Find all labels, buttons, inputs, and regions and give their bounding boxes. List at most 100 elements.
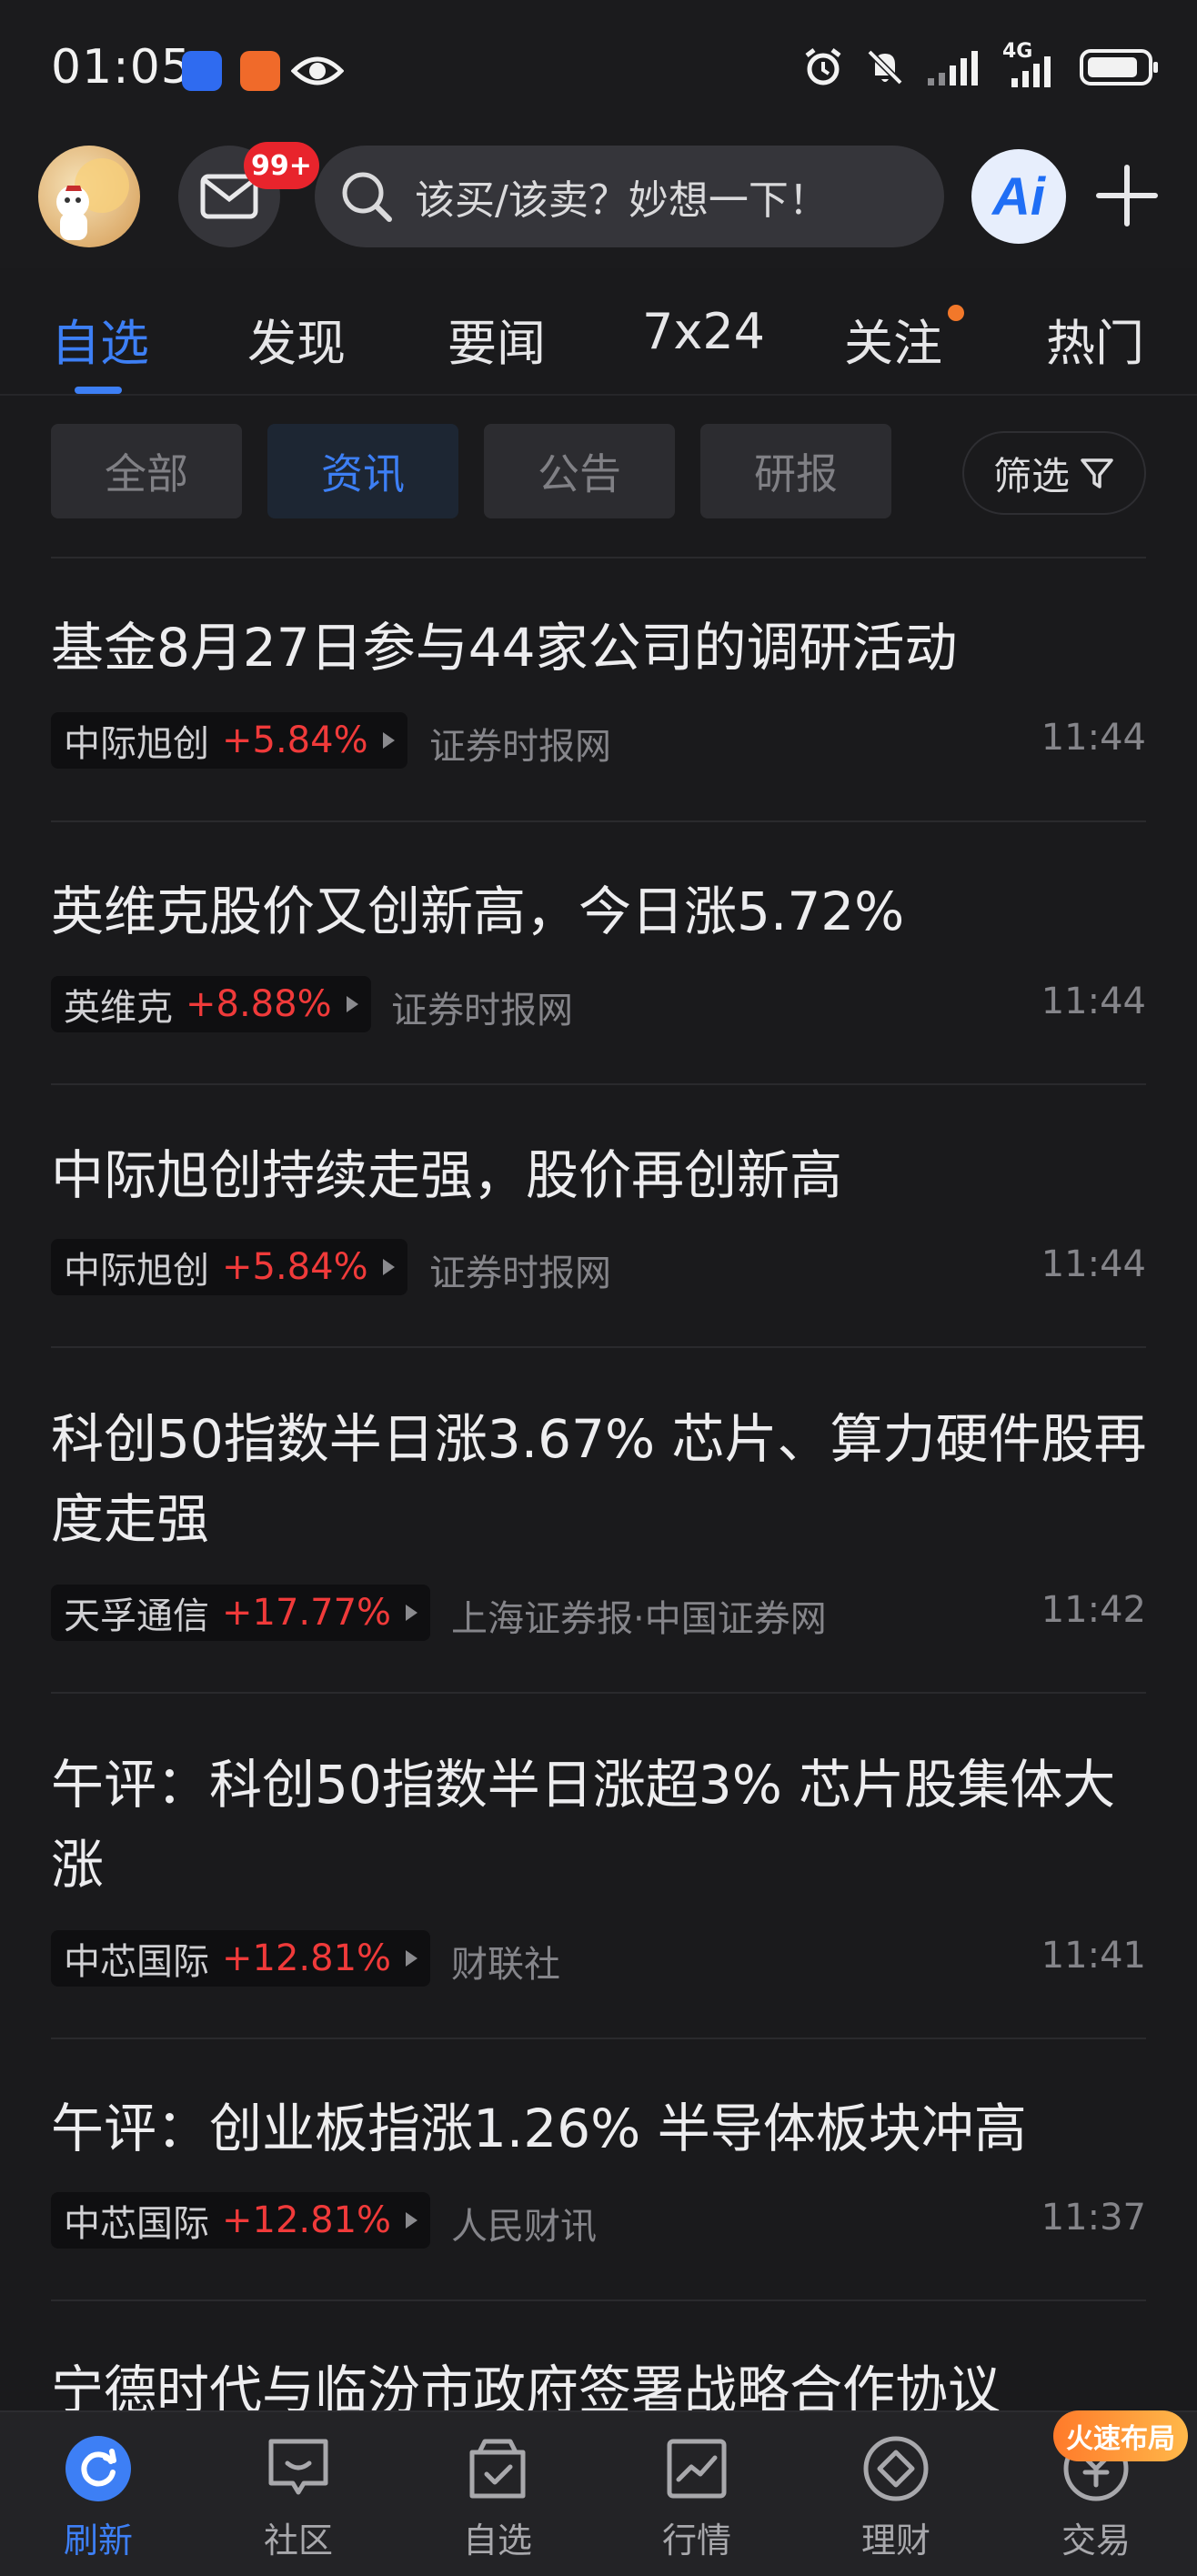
stock-change: +8.88% <box>186 983 332 1025</box>
add-icon[interactable] <box>1095 164 1159 227</box>
news-source: 证券时报网 <box>429 726 611 768</box>
stock-name: 英维克 <box>64 987 173 1029</box>
status-icons: 4G <box>802 40 1161 89</box>
news-source: 证券时报网 <box>391 990 573 1031</box>
stock-tag[interactable]: 中芯国际 +12.81% <box>51 2192 431 2249</box>
search-placeholder: 该买/该卖？妙想一下！ <box>415 177 829 224</box>
tab-7x24[interactable]: 7x24 <box>642 303 765 360</box>
news-title: 英维克股价又创新高，今日涨5.72% <box>51 880 905 942</box>
nav-refresh[interactable]: 刷新 <box>30 2434 166 2571</box>
4g-signal-icon: 4G <box>1002 40 1059 89</box>
play-arrow-icon <box>346 996 358 1012</box>
stock-change: +12.81% <box>222 1937 392 1979</box>
news-time: 11:44 <box>1041 981 1146 1022</box>
news-time: 11:42 <box>1041 1589 1146 1631</box>
nav-label: 刷新 <box>63 2521 133 2561</box>
news-title: 午评：创业板指涨1.26% 半导体板块冲高 <box>51 2098 1027 2159</box>
promo-badge[interactable]: 火速布局 <box>1053 2410 1188 2461</box>
play-arrow-icon <box>382 1259 395 1275</box>
nav-label: 理财 <box>860 2521 930 2561</box>
news-time: 11:44 <box>1041 717 1146 759</box>
play-arrow-icon <box>406 1605 418 1621</box>
status-time: 01:05 <box>51 40 192 95</box>
nav-label: 行情 <box>661 2521 731 2561</box>
news-title: 科创50指数半日涨3.67% 芯片、算力硬件股再度走强 <box>51 1408 1147 1550</box>
mute-icon <box>867 49 903 86</box>
filter-chip-research[interactable]: 研报 <box>700 424 891 518</box>
active-tab-indicator <box>75 387 122 394</box>
news-source: 人民财讯 <box>451 2206 597 2248</box>
stock-tag[interactable]: 天孚通信 +17.77% <box>51 1585 431 1641</box>
list-divider <box>51 2299 1146 2301</box>
news-time: 11:41 <box>1041 1935 1146 1977</box>
filter-button[interactable]: 筛选 <box>962 431 1146 515</box>
news-title: 午评：科创50指数半日涨超3% 芯片股集体大涨 <box>51 1754 1116 1896</box>
nav-label: 社区 <box>263 2521 333 2561</box>
filter-chip-announcements[interactable]: 公告 <box>484 424 675 518</box>
main-tabs: 自选 发现 要闻 7x24 关注 热门 <box>0 268 1197 396</box>
finance-icon <box>863 2436 929 2501</box>
nav-community[interactable]: 社区 <box>230 2434 367 2571</box>
filter-chip-news[interactable]: 资讯 <box>267 424 458 518</box>
search-bar[interactable]: 该买/该卖？妙想一下！ <box>315 146 944 247</box>
tab-headlines[interactable]: 要闻 <box>448 303 546 375</box>
stock-tag[interactable]: 中际旭创 +5.84% <box>51 712 407 769</box>
stock-name: 中芯国际 <box>64 2203 209 2245</box>
market-icon <box>667 2439 727 2499</box>
nav-watchlist[interactable]: 自选 <box>429 2434 566 2571</box>
stock-tag[interactable]: 中际旭创 +5.84% <box>51 1239 407 1295</box>
funnel-icon <box>1081 458 1113 488</box>
list-divider <box>51 1692 1146 1694</box>
stock-name: 中际旭创 <box>64 1250 209 1292</box>
stock-change: +5.84% <box>222 1246 368 1288</box>
news-title: 基金8月27日参与44家公司的调研活动 <box>51 617 958 679</box>
news-source: 证券时报网 <box>429 1253 611 1294</box>
refresh-icon <box>65 2436 131 2501</box>
alarm-icon <box>805 48 841 86</box>
tab-trending[interactable]: 热门 <box>1046 303 1144 375</box>
bottom-nav: 刷新 社区 自选 行情 理财 交易 <box>0 2410 1197 2576</box>
filter-label: 筛选 <box>992 453 1070 498</box>
watchlist-icon <box>469 2439 526 2499</box>
search-icon <box>342 172 392 222</box>
list-divider <box>51 2038 1146 2039</box>
news-time: 11:44 <box>1041 1243 1146 1285</box>
play-arrow-icon <box>382 732 395 749</box>
play-arrow-icon <box>406 1950 418 1967</box>
tab-following[interactable]: 关注 <box>844 303 942 375</box>
eye-icon <box>291 56 344 86</box>
news-source: 财联社 <box>451 1944 560 1986</box>
stock-name: 中芯国际 <box>64 1941 209 1983</box>
stock-tag[interactable]: 中芯国际 +12.81% <box>51 1930 431 1987</box>
play-arrow-icon <box>406 2212 418 2229</box>
avatar-image <box>56 158 129 240</box>
list-divider <box>51 1083 1146 1085</box>
list-divider <box>51 820 1146 822</box>
list-divider <box>51 557 1146 558</box>
news-title: 中际旭创持续走强，股价再创新高 <box>51 1144 843 1206</box>
stock-change: +12.81% <box>222 2199 392 2241</box>
stock-change: +17.77% <box>222 1592 392 1634</box>
stock-change: +5.84% <box>222 719 368 761</box>
community-icon <box>268 2439 328 2495</box>
stock-tag[interactable]: 英维克 +8.88% <box>51 976 371 1032</box>
ai-assistant-button[interactable]: Ai <box>971 149 1066 244</box>
signal-icon <box>928 51 978 86</box>
nav-label: 自选 <box>462 2521 532 2561</box>
new-content-dot <box>948 305 964 321</box>
nav-finance[interactable]: 理财 <box>828 2434 964 2571</box>
message-count-badge: 99+ <box>244 142 319 189</box>
list-divider <box>51 1346 1146 1348</box>
stock-name: 中际旭创 <box>64 723 209 765</box>
status-bar: 01:05 4G <box>0 0 1197 141</box>
news-source: 上海证券报·中国证券网 <box>451 1598 827 1640</box>
tab-watchlist[interactable]: 自选 <box>51 303 149 375</box>
stock-name: 天孚通信 <box>64 1595 209 1637</box>
avatar[interactable] <box>38 146 140 247</box>
nav-label: 交易 <box>1061 2521 1131 2561</box>
battery-icon <box>1080 49 1158 86</box>
nav-market[interactable]: 行情 <box>629 2434 765 2571</box>
filter-chip-all[interactable]: 全部 <box>51 424 242 518</box>
tab-discover[interactable]: 发现 <box>247 303 346 375</box>
news-time: 11:37 <box>1041 2197 1146 2239</box>
